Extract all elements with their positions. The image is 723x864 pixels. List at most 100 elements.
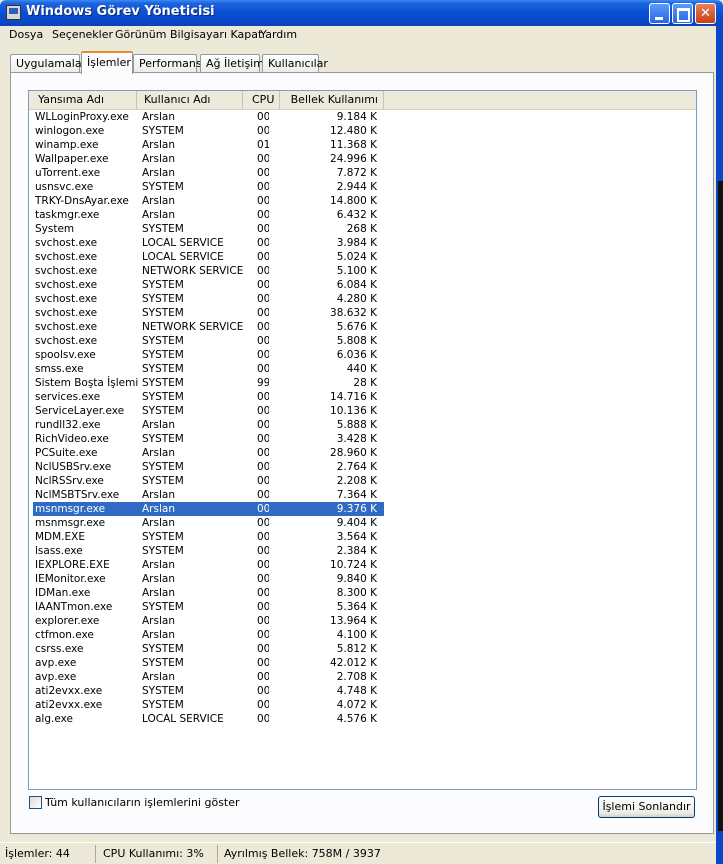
- process-row[interactable]: csrss.exe SYSTEM 00 5.812 K: [29, 642, 696, 656]
- process-user: SYSTEM: [142, 475, 184, 487]
- column-header-name[interactable]: Yansıma Adı: [29, 91, 137, 109]
- process-row[interactable]: winlogon.exe SYSTEM 00 12.480 K: [29, 124, 696, 138]
- process-cpu: 00: [257, 181, 269, 193]
- tab-uygulamalar[interactable]: Uygulamalar: [10, 54, 86, 73]
- process-row[interactable]: winamp.exe Arslan 01 11.368 K: [29, 138, 696, 152]
- process-user: NETWORK SERVICE: [142, 321, 244, 333]
- process-user: SYSTEM: [142, 181, 184, 193]
- process-name: svchost.exe: [35, 335, 98, 347]
- process-row[interactable]: avp.exe SYSTEM 00 42.012 K: [29, 656, 696, 670]
- process-row[interactable]: Sistem Boşta İşlemiSYSTEM 99 28 K: [29, 376, 696, 390]
- process-row[interactable]: smss.exe SYSTEM 00 440 K: [29, 362, 696, 376]
- process-user: Arslan: [142, 447, 175, 459]
- process-memory: 6.036 K: [336, 349, 377, 361]
- process-name: alg.exe: [35, 713, 73, 725]
- process-name: svchost.exe: [35, 265, 98, 277]
- maximize-button[interactable]: [672, 3, 693, 24]
- process-row[interactable]: RichVideo.exe SYSTEM 00 3.428 K: [29, 432, 696, 446]
- process-row[interactable]: NclMSBTSrv.exe Arslan 00 7.364 K: [29, 488, 696, 502]
- process-row[interactable]: usnsvc.exe SYSTEM 00 2.944 K: [29, 180, 696, 194]
- process-name: avp.exe: [35, 671, 77, 683]
- process-row[interactable]: msnmsgr.exe Arslan 00 9.376 K: [29, 502, 696, 516]
- process-user: SYSTEM: [142, 531, 184, 543]
- process-row[interactable]: IEXPLORE.EXE Arslan 00 10.724 K: [29, 558, 696, 572]
- process-row[interactable]: PCSuite.exe Arslan 00 28.960 K: [29, 446, 696, 460]
- tab-islemler[interactable]: İşlemler: [81, 51, 133, 74]
- process-row[interactable]: svchost.exe SYSTEM 00 5.808 K: [29, 334, 696, 348]
- process-cpu: 00: [257, 363, 269, 375]
- process-row[interactable]: msnmsgr.exe Arslan 00 9.404 K: [29, 516, 696, 530]
- process-list[interactable]: Yansıma Adı Kullanıcı Adı CPU Bellek Kul…: [28, 90, 697, 790]
- tab-performans[interactable]: Performans: [133, 54, 202, 73]
- tab-ag-iletisimi[interactable]: Ağ İletişimi: [200, 54, 267, 73]
- process-row[interactable]: svchost.exe SYSTEM 00 4.280 K: [29, 292, 696, 306]
- process-row[interactable]: spoolsv.exe SYSTEM 00 6.036 K: [29, 348, 696, 362]
- process-cpu: 00: [257, 517, 269, 529]
- tab-kullanicilar[interactable]: Kullanıcılar: [262, 54, 328, 73]
- process-row[interactable]: IDMan.exe Arslan 00 8.300 K: [29, 586, 696, 600]
- menu-dosya[interactable]: Dosya: [9, 28, 43, 41]
- process-row[interactable]: explorer.exe Arslan 00 13.964 K: [29, 614, 696, 628]
- process-name: MDM.EXE: [35, 531, 86, 543]
- process-row[interactable]: lsass.exe SYSTEM 00 2.384 K: [29, 544, 696, 558]
- process-user: Arslan: [142, 629, 175, 641]
- process-memory: 14.800 K: [330, 195, 377, 207]
- process-row[interactable]: svchost.exe LOCAL SERVICE 00 5.024 K: [29, 250, 696, 264]
- column-header-memory[interactable]: Bellek Kullanımı: [280, 91, 384, 109]
- process-name: ServiceLayer.exe: [35, 405, 125, 417]
- process-row[interactable]: NclUSBSrv.exe SYSTEM 00 2.764 K: [29, 460, 696, 474]
- process-memory: 4.748 K: [336, 685, 377, 697]
- processes-panel: Yansıma Adı Kullanıcı Adı CPU Bellek Kul…: [10, 72, 714, 834]
- process-row[interactable]: svchost.exe SYSTEM 00 38.632 K: [29, 306, 696, 320]
- process-row[interactable]: Wallpaper.exe Arslan 00 24.996 K: [29, 152, 696, 166]
- process-user: Arslan: [142, 587, 175, 599]
- menu-gorunum[interactable]: Görünüm: [115, 28, 166, 41]
- menu-yardim[interactable]: Yardım: [260, 28, 297, 41]
- column-header-cpu[interactable]: CPU: [243, 91, 280, 109]
- process-row[interactable]: ati2evxx.exe SYSTEM 00 4.748 K: [29, 684, 696, 698]
- process-row[interactable]: alg.exe LOCAL SERVICE 00 4.576 K: [29, 712, 696, 726]
- menu-secenekler[interactable]: Seçenekler: [52, 28, 113, 41]
- process-row[interactable]: IAANTmon.exe SYSTEM 00 5.364 K: [29, 600, 696, 614]
- process-row[interactable]: IEMonitor.exe Arslan 00 9.840 K: [29, 572, 696, 586]
- process-row[interactable]: NclRSSrv.exe SYSTEM 00 2.208 K: [29, 474, 696, 488]
- process-user: SYSTEM: [142, 643, 184, 655]
- process-memory: 7.872 K: [336, 167, 377, 179]
- process-name: svchost.exe: [35, 307, 98, 319]
- show-all-users-checkbox[interactable]: [29, 796, 42, 809]
- process-row[interactable]: svchost.exe LOCAL SERVICE 00 3.984 K: [29, 236, 696, 250]
- menu-bilgisayari-kapat[interactable]: Bilgisayarı Kapat: [170, 28, 262, 41]
- process-row[interactable]: svchost.exe NETWORK SERVICE 00 5.100 K: [29, 264, 696, 278]
- close-button[interactable]: ✕: [695, 3, 716, 24]
- process-user: SYSTEM: [142, 349, 184, 361]
- process-user: SYSTEM: [142, 279, 184, 291]
- process-memory: 38.632 K: [330, 307, 377, 319]
- process-row[interactable]: ServiceLayer.exe SYSTEM 00 10.136 K: [29, 404, 696, 418]
- process-row[interactable]: taskmgr.exe Arslan 00 6.432 K: [29, 208, 696, 222]
- end-process-button[interactable]: İşlemi Sonlandır: [598, 796, 695, 818]
- minimize-button[interactable]: [649, 3, 670, 24]
- process-cpu: 00: [257, 629, 269, 641]
- process-row[interactable]: avp.exe Arslan 00 2.708 K: [29, 670, 696, 684]
- close-icon: ✕: [700, 6, 711, 21]
- process-row[interactable]: ati2evxx.exe SYSTEM 00 4.072 K: [29, 698, 696, 712]
- process-name: svchost.exe: [35, 279, 98, 291]
- process-row[interactable]: WLLoginProxy.exe Arslan 00 9.184 K: [29, 110, 696, 124]
- process-user: Arslan: [142, 559, 175, 571]
- process-user: SYSTEM: [142, 433, 184, 445]
- process-name: svchost.exe: [35, 293, 98, 305]
- process-row[interactable]: System SYSTEM 00 268 K: [29, 222, 696, 236]
- process-memory: 5.024 K: [336, 251, 377, 263]
- title-bar[interactable]: Windows Görev Yöneticisi ✕: [0, 0, 723, 26]
- process-name: System: [35, 223, 75, 235]
- process-row[interactable]: services.exe SYSTEM 00 14.716 K: [29, 390, 696, 404]
- process-row[interactable]: svchost.exe NETWORK SERVICE 00 5.676 K: [29, 320, 696, 334]
- process-row[interactable]: svchost.exe SYSTEM 00 6.084 K: [29, 278, 696, 292]
- column-header-user[interactable]: Kullanıcı Adı: [137, 91, 243, 109]
- process-row[interactable]: ctfmon.exe Arslan 00 4.100 K: [29, 628, 696, 642]
- process-row[interactable]: MDM.EXE SYSTEM 00 3.564 K: [29, 530, 696, 544]
- process-row[interactable]: uTorrent.exe Arslan 00 7.872 K: [29, 166, 696, 180]
- process-row[interactable]: TRKY-DnsAyar.exe Arslan 00 14.800 K: [29, 194, 696, 208]
- process-row[interactable]: rundll32.exe Arslan 00 5.888 K: [29, 418, 696, 432]
- process-name: PCSuite.exe: [35, 447, 98, 459]
